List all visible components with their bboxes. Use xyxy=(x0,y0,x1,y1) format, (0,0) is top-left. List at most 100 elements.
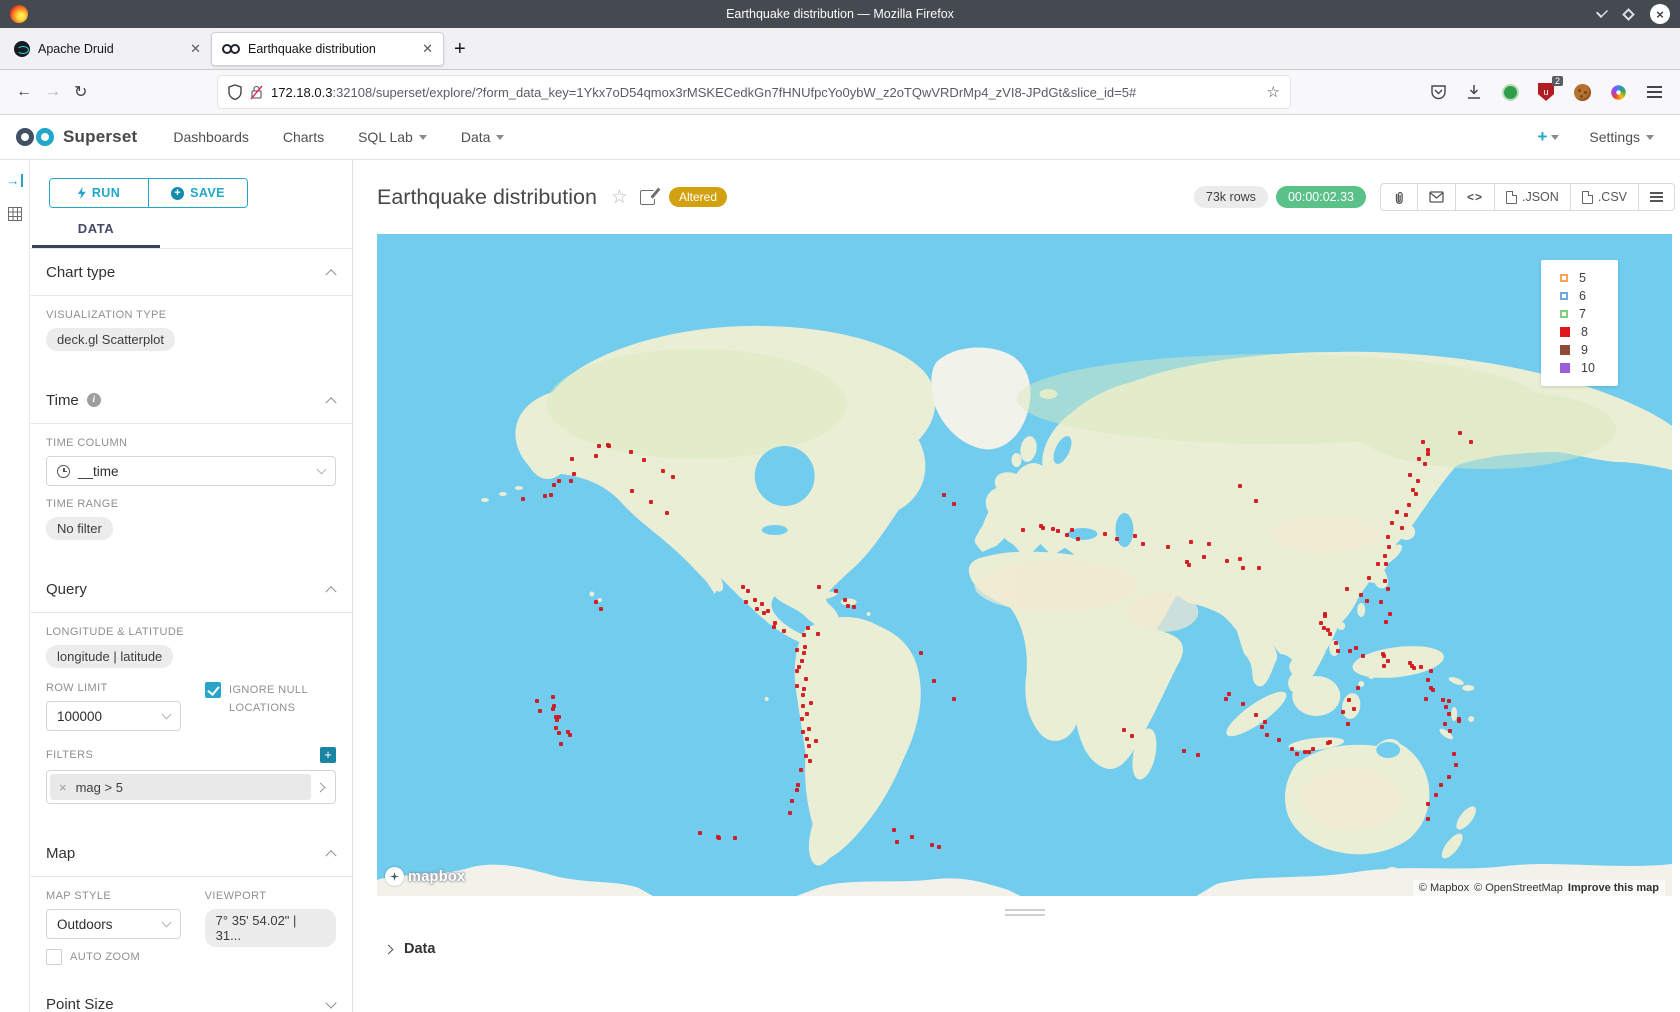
url-bar[interactable]: 172.18.0.3:32108/superset/explore/?form_… xyxy=(218,76,1290,108)
viewport-value[interactable]: 7° 35' 54.02" | 31... xyxy=(205,909,336,947)
bookmark-star-icon[interactable]: ☆ xyxy=(1267,83,1280,101)
pocket-icon[interactable] xyxy=(1428,82,1448,102)
save-button[interactable]: +SAVE xyxy=(148,179,247,207)
chevron-down-icon xyxy=(325,997,336,1008)
nav-data[interactable]: Data xyxy=(461,129,505,145)
panel-resize-handle[interactable] xyxy=(1005,909,1045,916)
paperclip-icon xyxy=(1392,190,1406,205)
window-minimize-icon[interactable] xyxy=(1596,6,1608,18)
chevron-right-icon[interactable] xyxy=(316,782,326,792)
chart-menu-button[interactable] xyxy=(1638,184,1674,210)
colorful-asterisk-extension-icon[interactable] xyxy=(1608,82,1628,102)
forward-button[interactable]: → xyxy=(45,83,61,101)
dataset-grid-icon[interactable] xyxy=(8,207,22,221)
checkbox-unchecked-icon[interactable] xyxy=(46,949,62,965)
row-limit-select[interactable]: 100000 xyxy=(46,701,181,731)
tab-close-icon[interactable]: ✕ xyxy=(422,41,433,57)
window-maximize-icon[interactable] xyxy=(1622,8,1635,21)
bolt-icon xyxy=(78,187,86,199)
legend-swatch xyxy=(1560,274,1568,282)
section-time-header[interactable]: Timei xyxy=(30,377,352,423)
tab-label: Earthquake distribution xyxy=(248,42,414,56)
legend-swatch xyxy=(1560,327,1570,337)
copy-link-button[interactable] xyxy=(1381,184,1417,210)
section-map-header[interactable]: Map xyxy=(30,830,352,876)
menu-hamburger-icon[interactable] xyxy=(1644,82,1664,102)
attribution-osm-link[interactable]: © OpenStreetMap xyxy=(1474,882,1563,894)
downloads-icon[interactable] xyxy=(1464,82,1484,102)
settings-menu[interactable]: Settings xyxy=(1589,129,1654,145)
deckgl-scatterplot-map[interactable]: 5 6 7 8 9 10 mapbox © Mapbox © OpenStree… xyxy=(377,234,1672,896)
ignore-null-label: IGNORE NULL LOCATIONS xyxy=(229,682,319,717)
druid-favicon xyxy=(14,41,30,57)
section-map: Map MAP STYLE Outdoors xyxy=(30,830,352,965)
mapbox-logo[interactable]: mapbox xyxy=(385,867,465,886)
map-attribution: © Mapbox © OpenStreetMap Improve this ma… xyxy=(1413,880,1665,896)
edit-properties-icon[interactable] xyxy=(640,190,655,205)
viz-type-label: VISUALIZATION TYPE xyxy=(46,309,336,321)
add-filter-button[interactable]: + xyxy=(320,747,336,763)
extension-green-icon[interactable] xyxy=(1500,82,1520,102)
file-icon xyxy=(1582,191,1593,204)
nav-sql-lab[interactable]: SQL Lab xyxy=(358,129,427,145)
section-point-size-header[interactable]: Point Size xyxy=(30,981,352,1012)
chart-title: Earthquake distribution xyxy=(377,185,597,210)
window-close-icon[interactable]: × xyxy=(1650,4,1670,24)
legend-item: 10 xyxy=(1560,359,1618,377)
time-column-select[interactable]: __time xyxy=(46,456,336,486)
add-new-button[interactable]: + xyxy=(1537,127,1559,147)
time-range-value[interactable]: No filter xyxy=(46,517,113,540)
export-json-button[interactable]: .JSON xyxy=(1494,184,1570,210)
new-tab-button[interactable]: + xyxy=(454,38,466,61)
tab-earthquake-distribution[interactable]: Earthquake distribution ✕ xyxy=(211,32,444,66)
tracking-protection-shield-icon[interactable] xyxy=(228,84,242,100)
superset-navbar: Superset Dashboards Charts SQL Lab Data … xyxy=(0,115,1680,160)
ignore-null-checkbox-row[interactable]: IGNORE NULL LOCATIONS xyxy=(205,682,319,717)
superset-logo[interactable]: Superset xyxy=(16,127,137,147)
time-column-label: TIME COLUMN xyxy=(46,437,336,449)
nav-dashboards[interactable]: Dashboards xyxy=(173,129,249,145)
sidebar-scroll-area[interactable]: Chart type VISUALIZATION TYPE deck.gl Sc… xyxy=(30,249,352,1012)
attribution-mapbox-link[interactable]: © Mapbox xyxy=(1419,882,1469,894)
chevron-down-icon xyxy=(162,710,172,720)
firefox-icon xyxy=(10,5,28,23)
reload-button[interactable]: ↻ xyxy=(74,82,87,102)
remove-filter-icon[interactable]: × xyxy=(59,780,67,795)
scatter-dots-layer xyxy=(377,234,1672,896)
checkbox-checked-icon[interactable] xyxy=(205,682,221,698)
nav-charts[interactable]: Charts xyxy=(283,129,324,145)
favorite-star-icon[interactable]: ☆ xyxy=(611,186,628,209)
url-text[interactable]: 172.18.0.3:32108/superset/explore/?form_… xyxy=(271,85,1259,100)
embed-code-button[interactable]: <> xyxy=(1455,184,1494,210)
window-title: Earthquake distribution — Mozilla Firefo… xyxy=(0,7,1680,21)
section-chart-type-header[interactable]: Chart type xyxy=(30,249,352,295)
email-button[interactable] xyxy=(1417,184,1455,210)
lonlat-value[interactable]: longitude | latitude xyxy=(46,645,173,668)
map-style-select[interactable]: Outdoors xyxy=(46,909,181,939)
section-time: Timei TIME COLUMN __time TIME RANGE No f… xyxy=(30,377,352,540)
file-icon xyxy=(1506,191,1517,204)
ublock-shield-icon[interactable]: u2 xyxy=(1536,82,1556,102)
viz-type-value[interactable]: deck.gl Scatterplot xyxy=(46,328,175,351)
control-sidebar: RUN +SAVE DATA Chart type VISUALIZATION … xyxy=(30,160,353,1012)
data-collapse-header[interactable]: Data xyxy=(377,941,1672,957)
tab-apache-druid[interactable]: Apache Druid ✕ xyxy=(4,32,211,66)
info-icon: i xyxy=(87,393,101,407)
run-button[interactable]: RUN xyxy=(50,179,148,207)
back-button[interactable]: ← xyxy=(16,83,32,101)
cookie-icon[interactable] xyxy=(1572,82,1592,102)
filter-field[interactable]: × mag > 5 xyxy=(46,770,336,804)
altered-badge[interactable]: Altered xyxy=(669,187,727,207)
chevron-down-icon xyxy=(496,135,504,140)
legend-item: 9 xyxy=(1560,341,1618,359)
tab-close-icon[interactable]: ✕ xyxy=(190,41,201,57)
infinity-logo-icon xyxy=(16,127,54,147)
improve-map-link[interactable]: Improve this map xyxy=(1568,882,1659,894)
tab-data[interactable]: DATA xyxy=(32,221,160,248)
panel-expand-icon[interactable]: → xyxy=(7,174,23,187)
export-csv-button[interactable]: .CSV xyxy=(1570,184,1638,210)
section-query-header[interactable]: Query xyxy=(30,566,352,612)
auto-zoom-checkbox-row[interactable]: AUTO ZOOM xyxy=(46,949,181,965)
insecure-lock-icon[interactable] xyxy=(250,85,263,100)
filter-chip[interactable]: × mag > 5 xyxy=(50,774,311,800)
